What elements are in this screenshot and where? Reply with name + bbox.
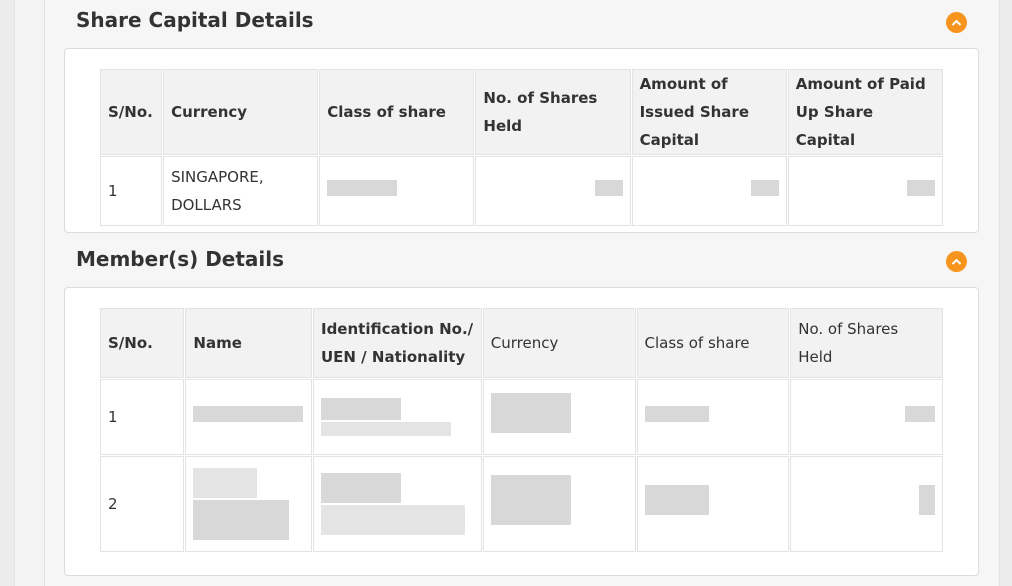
cell-currency-redacted [482,456,636,552]
cell-shares-redacted [790,456,943,552]
col-header-class: Class of share [636,308,790,378]
table-header-row: S/No. Name Identification No./ UEN / Nat… [100,308,943,378]
members-table: S/No. Name Identification No./ UEN / Nat… [99,307,944,553]
col-header-shares: No. of Shares Held [790,308,943,378]
cell-id-redacted [312,379,482,455]
chevron-up-icon [951,19,962,26]
col-header-class: Class of share [319,69,475,155]
col-header-sno: S/No. [100,308,185,378]
share-capital-table: S/No. Currency Class of share No. of Sha… [99,68,944,227]
col-header-id: Identification No./ UEN / Nationality [312,308,482,378]
redacted-block [193,500,290,540]
col-header-sno: S/No. [100,69,163,155]
redacted-block [193,406,304,422]
redacted-block [907,180,935,196]
collapse-members-button[interactable] [946,251,967,272]
table-header-row: S/No. Currency Class of share No. of Sha… [100,69,943,155]
cell-name-redacted [185,456,312,552]
redacted-block [644,406,709,422]
share-capital-title: Share Capital Details [76,8,314,32]
redacted-block [490,474,571,525]
cell-shares-redacted [790,379,943,455]
redacted-block [750,180,779,196]
table-row: 2 [100,456,943,552]
cell-shares-redacted [475,156,631,226]
redacted-block [327,180,398,196]
redacted-block [320,398,401,420]
chevron-up-icon [951,258,962,265]
members-title: Member(s) Details [76,247,285,271]
redacted-block [490,392,571,433]
cell-sno: 1 [100,379,185,455]
col-header-currency: Currency [163,69,319,155]
collapse-share-capital-button[interactable] [946,12,967,33]
col-header-issued: Amount of Issued Share Capital [631,69,787,155]
cell-sno: 1 [100,156,163,226]
col-header-name: Name [185,308,312,378]
col-header-shares: No. of Shares Held [475,69,631,155]
redacted-block [320,422,451,436]
redacted-block [320,505,465,535]
cell-class-redacted [636,456,790,552]
col-header-paid: Amount of Paid Up Share Capital [787,69,943,155]
cell-id-redacted [312,456,482,552]
redacted-block [644,484,709,515]
table-row: 1 [100,379,943,455]
cell-class-redacted [636,379,790,455]
cell-issued-redacted [631,156,787,226]
redacted-block [905,406,935,422]
redacted-block [320,473,401,503]
redacted-block [919,484,935,515]
cell-class-redacted [319,156,475,226]
cell-name-redacted [185,379,312,455]
col-header-currency: Currency [482,308,636,378]
cell-sno: 2 [100,456,185,552]
table-row: 1 SINGAPORE, DOLLARS [100,156,943,226]
cell-paid-redacted [787,156,943,226]
redacted-block [193,468,258,498]
redacted-block [594,180,623,196]
cell-currency-redacted [482,379,636,455]
cell-currency: SINGAPORE, DOLLARS [163,156,319,226]
